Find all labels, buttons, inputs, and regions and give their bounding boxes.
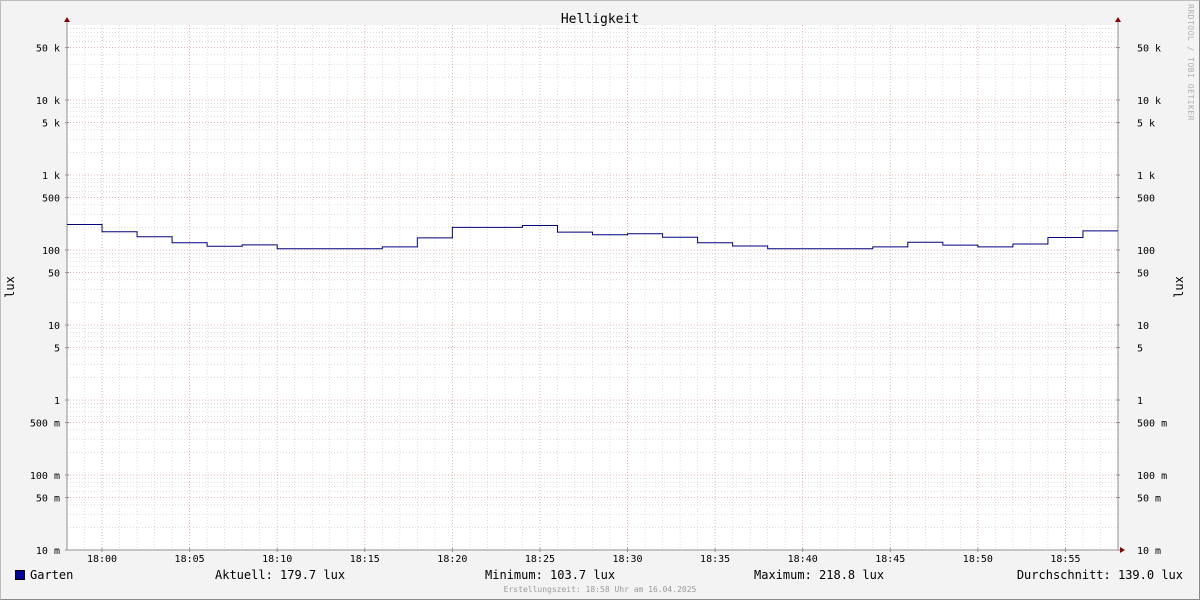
y-tick-label-right: 100 bbox=[1137, 246, 1155, 257]
brightness-chart: 50 k 10 k 5 k 1 k 500 100 50 10 5 1 500 m 100 m 50 m… bbox=[3, 12, 1186, 565]
y-tick-labels-left: 50 k 10 k 5 k 1 k 500 100 50 10 5 1 500 m 100 m 50 m… bbox=[30, 44, 60, 557]
y-tick-label-left: 10 k bbox=[36, 96, 60, 107]
y-axis-arrow-right bbox=[1115, 17, 1121, 22]
y-axis-arrow-left bbox=[64, 17, 70, 22]
y-tick-label-left: 50 m bbox=[36, 494, 60, 505]
y-tick-label-left: 5 k bbox=[42, 119, 60, 130]
rrdtool-watermark: RRDTOOL / TOBI OETIKER bbox=[1186, 4, 1195, 121]
y-tick-labels-right: 50 k 10 k 5 k 1 k 500 100 50 10 5 1 500 m 100 m 50 m… bbox=[1137, 44, 1167, 557]
y-tick-label-right: 10 k bbox=[1137, 96, 1161, 107]
y-tick-label-right: 50 k bbox=[1137, 44, 1161, 55]
x-tick-label: 18:25 bbox=[525, 554, 555, 565]
y-tick-label-left: 500 m bbox=[30, 419, 60, 430]
creation-timestamp: Erstellungszeit: 18:58 Uhr am 16.04.2025 bbox=[503, 585, 697, 594]
y-tick-label-right: 1 k bbox=[1137, 171, 1155, 182]
legend-swatch bbox=[15, 570, 25, 580]
y-tick-label-left: 50 bbox=[48, 269, 60, 280]
y-tick-label-left: 100 m bbox=[30, 471, 60, 482]
x-tick-label: 18:50 bbox=[963, 554, 993, 565]
x-tick-label: 18:20 bbox=[437, 554, 467, 565]
x-tick-label: 18:00 bbox=[87, 554, 117, 565]
y-tick-label-right: 1 bbox=[1137, 396, 1143, 407]
chart-title: Helligkeit bbox=[561, 12, 639, 27]
y-tick-label-right: 500 m bbox=[1137, 419, 1167, 430]
legend-series-name: Garten bbox=[30, 568, 74, 582]
x-tick-label: 18:55 bbox=[1050, 554, 1080, 565]
x-axis-arrow bbox=[1120, 547, 1125, 553]
y-axis-label-left: lux bbox=[3, 276, 17, 298]
y-tick-label-left: 1 bbox=[54, 396, 60, 407]
x-tick-labels: 18:00 18:05 18:10 18:15 18:20 18:25 18:30 18:35… bbox=[87, 554, 1081, 565]
y-tick-label-left: 1 k bbox=[42, 171, 60, 182]
y-tick-label-right: 10 m bbox=[1137, 546, 1161, 557]
y-tick-label-left: 500 bbox=[42, 194, 60, 205]
y-tick-label-left: 100 bbox=[42, 246, 60, 257]
legend-average: Durchschnitt: 139.0 lux bbox=[1016, 568, 1183, 582]
y-tick-label-right: 5 k bbox=[1137, 119, 1155, 130]
y-tick-label-right: 50 m bbox=[1137, 494, 1161, 505]
y-tick-label-right: 50 bbox=[1137, 269, 1149, 280]
y-tick-label-right: 500 bbox=[1137, 194, 1155, 205]
y-tick-label-left: 50 k bbox=[36, 44, 60, 55]
x-tick-label: 18:40 bbox=[788, 554, 818, 565]
x-tick-label: 18:10 bbox=[262, 554, 292, 565]
x-tick-label: 18:05 bbox=[175, 554, 205, 565]
x-tick-label: 18:35 bbox=[700, 554, 730, 565]
y-tick-label-left: 10 bbox=[48, 321, 60, 332]
y-tick-label-left: 5 bbox=[54, 344, 60, 355]
y-tick-label-right: 5 bbox=[1137, 344, 1143, 355]
y-axis-label-right: lux bbox=[1172, 276, 1186, 298]
y-tick-label-right: 100 m bbox=[1137, 471, 1167, 482]
legend-maximum: Maximum: 218.8 lux bbox=[754, 568, 885, 582]
x-tick-label: 18:45 bbox=[875, 554, 905, 565]
x-tick-label: 18:30 bbox=[612, 554, 642, 565]
legend-minimum: Minimum: 103.7 lux bbox=[485, 568, 616, 582]
legend-current: Aktuell: 179.7 lux bbox=[215, 568, 346, 582]
y-tick-label-left: 10 m bbox=[36, 546, 60, 557]
x-tick-label: 18:15 bbox=[350, 554, 380, 565]
y-tick-label-right: 10 bbox=[1137, 321, 1149, 332]
